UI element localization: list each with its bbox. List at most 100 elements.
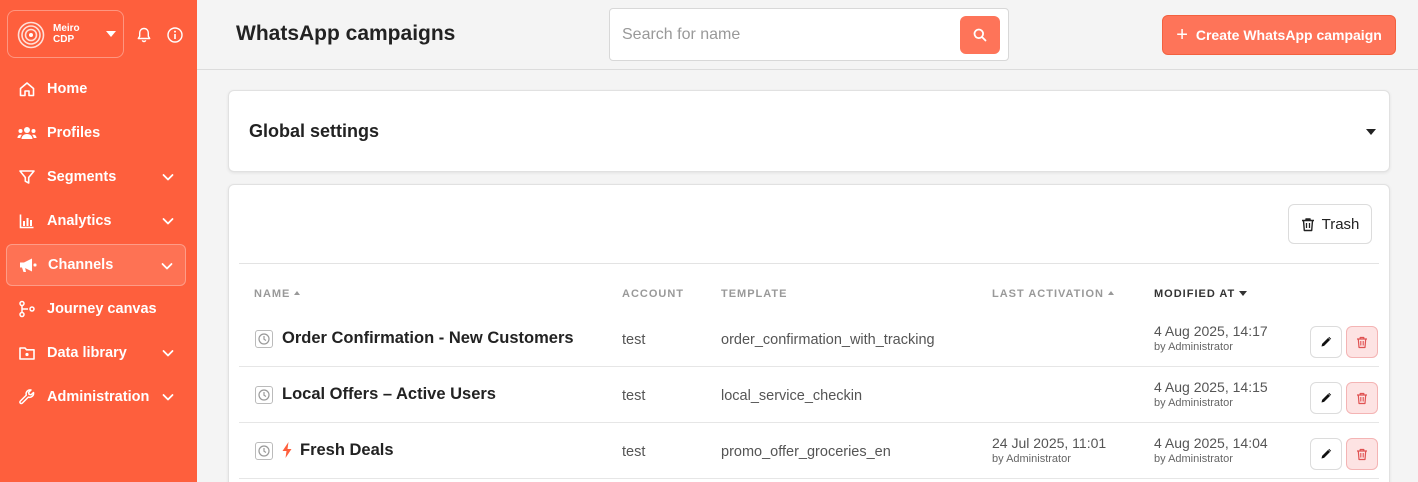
account-cell: test <box>622 444 646 460</box>
column-header-label: MODIFIED AT <box>1154 288 1236 300</box>
column-header-name[interactable]: NAME <box>254 288 301 300</box>
sidebar-item-label: Home <box>47 81 88 97</box>
search-box <box>609 8 1009 61</box>
chevron-down-icon <box>162 394 174 401</box>
bell-icon[interactable] <box>135 26 153 44</box>
sidebar-item-label: Data library <box>47 345 127 361</box>
table-row[interactable]: Local Offers – Active Users test local_s… <box>239 367 1379 423</box>
sidebar-item-label: Journey canvas <box>47 301 157 317</box>
sidebar-item-home[interactable]: Home <box>6 68 186 110</box>
chevron-down-icon <box>162 218 174 225</box>
home-icon <box>17 79 37 99</box>
template-cell: promo_offer_groceries_en <box>721 444 891 460</box>
delete-button[interactable] <box>1346 438 1378 470</box>
trash-icon <box>1357 336 1367 348</box>
column-header-label: ACCOUNT <box>622 288 684 300</box>
last-activation-cell: 24 Jul 2025, 11:01 <box>992 435 1107 451</box>
campaign-list-panel: Trash NAME ACCOUNT TEMPLATE LAST ACTIVAT… <box>228 184 1390 482</box>
sidebar-item-segments[interactable]: Segments <box>6 156 186 198</box>
column-header-label: NAME <box>254 288 291 300</box>
clock-icon <box>255 330 273 348</box>
sidebar-nav: Home Profiles Segments Analytics Channel… <box>6 68 186 420</box>
global-settings-title: Global settings <box>249 121 380 141</box>
search-button[interactable] <box>960 16 1000 54</box>
brand-name: Meiro CDP <box>53 23 93 45</box>
trash-button[interactable]: Trash <box>1288 204 1372 244</box>
search-input[interactable] <box>622 23 952 47</box>
edit-button[interactable] <box>1310 438 1342 470</box>
sidebar-item-data-library[interactable]: Data library <box>6 332 186 374</box>
page-header: WhatsApp campaigns + Create WhatsApp cam… <box>197 0 1418 70</box>
campaign-name[interactable]: Fresh Deals <box>300 441 394 460</box>
pencil-icon <box>1321 448 1332 459</box>
sidebar-item-label: Administration <box>47 389 150 405</box>
trash-icon <box>1357 448 1367 460</box>
account-cell: test <box>622 332 646 348</box>
sidebar-item-label: Channels <box>48 257 114 273</box>
edit-button[interactable] <box>1310 326 1342 358</box>
modified-by-cell: by Administrator <box>1154 341 1233 353</box>
trash-icon <box>1301 217 1314 231</box>
pencil-icon <box>1321 336 1332 347</box>
sidebar-item-journey-canvas[interactable]: Journey canvas <box>6 288 186 330</box>
sidebar-item-label: Analytics <box>47 213 112 229</box>
meiro-logo-icon <box>17 21 45 49</box>
trash-icon <box>1357 392 1367 404</box>
chevron-down-icon <box>162 174 174 181</box>
modified-by-cell: by Administrator <box>1154 397 1233 409</box>
chevron-down-icon <box>162 350 174 357</box>
sort-desc-icon <box>1239 291 1248 296</box>
table-row[interactable]: Order Confirmation - New Customers test … <box>239 311 1379 367</box>
column-header-template: TEMPLATE <box>721 288 787 300</box>
column-header-label: TEMPLATE <box>721 288 788 300</box>
column-header-modified-at[interactable]: MODIFIED AT <box>1154 288 1248 300</box>
folder-icon <box>17 343 37 363</box>
brand-switcher[interactable]: Meiro CDP <box>7 10 124 58</box>
search-icon <box>973 28 987 42</box>
chevron-down-icon <box>161 263 173 270</box>
modified-by-cell: by Administrator <box>1154 453 1233 465</box>
create-whatsapp-campaign-button[interactable]: + Create WhatsApp campaign <box>1162 15 1396 55</box>
brand-name-line2: CDP <box>53 34 75 45</box>
sort-asc-icon <box>1107 291 1114 295</box>
delete-button[interactable] <box>1346 382 1378 414</box>
table-row[interactable]: Fresh Deals test promo_offer_groceries_e… <box>239 423 1379 479</box>
journey-icon <box>17 299 37 319</box>
users-icon <box>17 123 37 143</box>
lightning-icon <box>282 442 292 458</box>
info-icon[interactable] <box>166 26 184 44</box>
column-header-label: LAST ACTIVATION <box>992 288 1104 300</box>
sidebar-item-profiles[interactable]: Profiles <box>6 112 186 154</box>
caret-down-icon[interactable] <box>1366 129 1376 135</box>
column-header-account: ACCOUNT <box>622 288 684 300</box>
plus-icon: + <box>1176 24 1188 46</box>
global-settings-panel[interactable]: Global settings <box>228 90 1390 172</box>
delete-button[interactable] <box>1346 326 1378 358</box>
bar-chart-icon <box>17 211 37 231</box>
last-activation-by-cell: by Administrator <box>992 453 1071 465</box>
sidebar: Meiro CDP Home Profiles Segments Analyti… <box>0 0 197 482</box>
account-cell: test <box>622 388 646 404</box>
sidebar-item-administration[interactable]: Administration <box>6 376 186 418</box>
sidebar-item-label: Segments <box>47 169 117 185</box>
pencil-icon <box>1321 392 1332 403</box>
chevron-down-icon <box>106 31 116 37</box>
page-title: WhatsApp campaigns <box>236 22 456 45</box>
column-header-last-activation[interactable]: LAST ACTIVATION <box>992 288 1114 300</box>
megaphone-icon <box>18 255 38 275</box>
filter-icon <box>17 167 37 187</box>
clock-icon <box>255 442 273 460</box>
divider <box>239 263 1379 264</box>
modified-at-cell: 4 Aug 2025, 14:04 <box>1154 435 1268 451</box>
template-cell: local_service_checkin <box>721 388 863 404</box>
sidebar-item-channels[interactable]: Channels <box>6 244 186 286</box>
template-cell: order_confirmation_with_tracking <box>721 332 935 348</box>
campaign-name[interactable]: Local Offers – Active Users <box>282 385 496 404</box>
clock-icon <box>255 386 273 404</box>
modified-at-cell: 4 Aug 2025, 14:15 <box>1154 379 1268 395</box>
sidebar-item-label: Profiles <box>47 125 101 141</box>
create-button-label: Create WhatsApp campaign <box>1195 27 1382 43</box>
edit-button[interactable] <box>1310 382 1342 414</box>
campaign-name[interactable]: Order Confirmation - New Customers <box>282 329 574 348</box>
sidebar-item-analytics[interactable]: Analytics <box>6 200 186 242</box>
